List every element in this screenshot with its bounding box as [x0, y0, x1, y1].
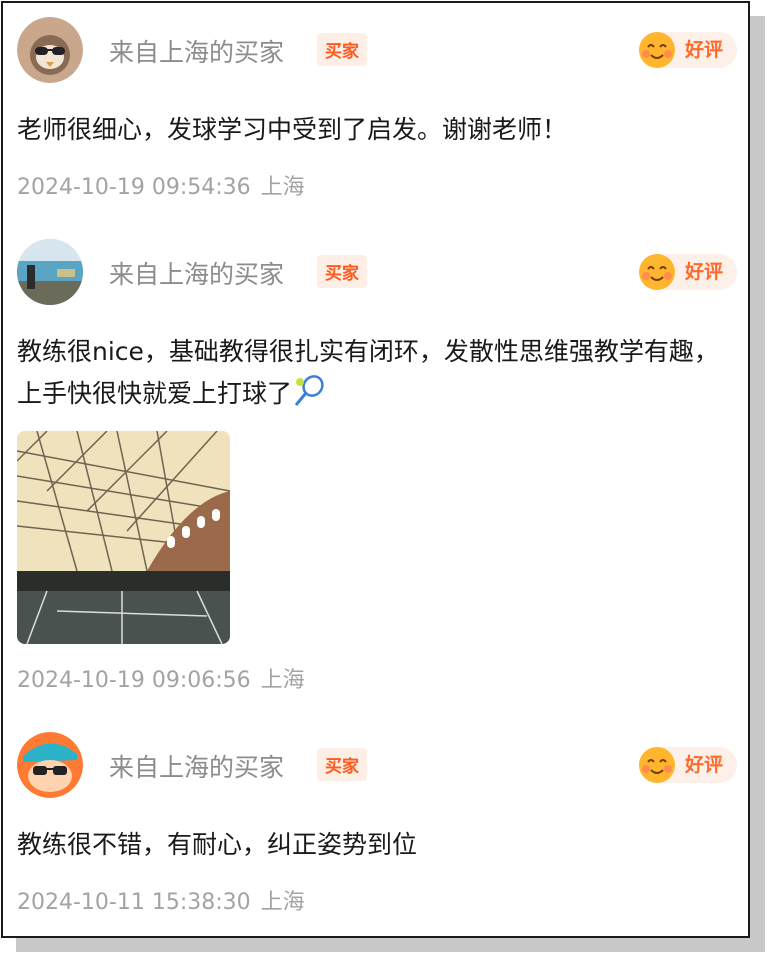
- review-meta: 2024-10-19 09:54:36 上海: [17, 169, 737, 201]
- review-location: 上海: [260, 175, 305, 200]
- rating-label: 好评: [684, 261, 723, 283]
- review-photo[interactable]: [17, 431, 230, 644]
- review-location: 上海: [260, 890, 305, 915]
- smiling-face-icon: [637, 30, 677, 70]
- tennis-racket-icon: [292, 374, 326, 408]
- reviews-card: 来自上海的买家 买家 好评 老师很细心，发球学习中受到了启发。谢谢老师！ 202…: [1, 1, 750, 938]
- avatar[interactable]: [17, 732, 83, 798]
- review-text: 老师很细心，发球学习中受到了启发。谢谢老师！: [17, 115, 568, 144]
- review-header: 来自上海的买家 买家 好评: [17, 239, 737, 305]
- rating-badge: 好评: [638, 747, 737, 783]
- avatar[interactable]: [17, 17, 83, 83]
- review-datetime: 2024-10-11 15:38:30: [17, 890, 251, 915]
- smiling-face-icon: [637, 745, 677, 785]
- review-meta: 2024-10-19 09:06:56 上海: [17, 662, 737, 694]
- review-item: 来自上海的买家 买家 好评 教练很nice，基础教得很扎实有闭环，发散性思维强教…: [17, 239, 737, 694]
- buyer-badge: 买家: [317, 748, 367, 781]
- pool-photo-avatar-icon: [17, 239, 83, 305]
- tennis-court-photo: [17, 431, 230, 644]
- review-datetime: 2024-10-19 09:54:36: [17, 175, 251, 200]
- rating-label: 好评: [684, 39, 723, 61]
- review-header: 来自上海的买家 买家 好评: [17, 17, 737, 83]
- review-item: 来自上海的买家 买家 好评 老师很细心，发球学习中受到了启发。谢谢老师！ 202…: [17, 17, 737, 201]
- review-header: 来自上海的买家 买家 好评: [17, 732, 737, 798]
- owl-avatar-icon: [17, 17, 83, 83]
- rating-badge: 好评: [638, 32, 737, 68]
- review-text: 教练很不错，有耐心，纠正姿势到位: [17, 830, 418, 859]
- review-location: 上海: [260, 668, 305, 693]
- username: 来自上海的买家: [109, 38, 285, 67]
- username: 来自上海的买家: [109, 753, 285, 782]
- review-text-content: 教练很nice，基础教得很扎实有闭环，发散性思维强教学有趣，上手快很快就爱上打球…: [17, 337, 719, 408]
- smiling-face-icon: [637, 252, 677, 292]
- cartoon-sunglasses-avatar-icon: [17, 732, 83, 798]
- avatar[interactable]: [17, 239, 83, 305]
- review-datetime: 2024-10-19 09:06:56: [17, 668, 251, 693]
- review-item: 来自上海的买家 买家 好评 教练很不错，有耐心，纠正姿势到位 2024-10-1…: [17, 732, 737, 916]
- review-text: 教练很nice，基础教得很扎实有闭环，发散性思维强教学有趣，上手快很快就爱上打球…: [17, 331, 737, 415]
- buyer-badge: 买家: [317, 255, 367, 288]
- buyer-badge: 买家: [317, 33, 367, 66]
- review-meta: 2024-10-11 15:38:30 上海: [17, 884, 737, 916]
- rating-badge: 好评: [638, 254, 737, 290]
- rating-label: 好评: [684, 754, 723, 776]
- username: 来自上海的买家: [109, 260, 285, 289]
